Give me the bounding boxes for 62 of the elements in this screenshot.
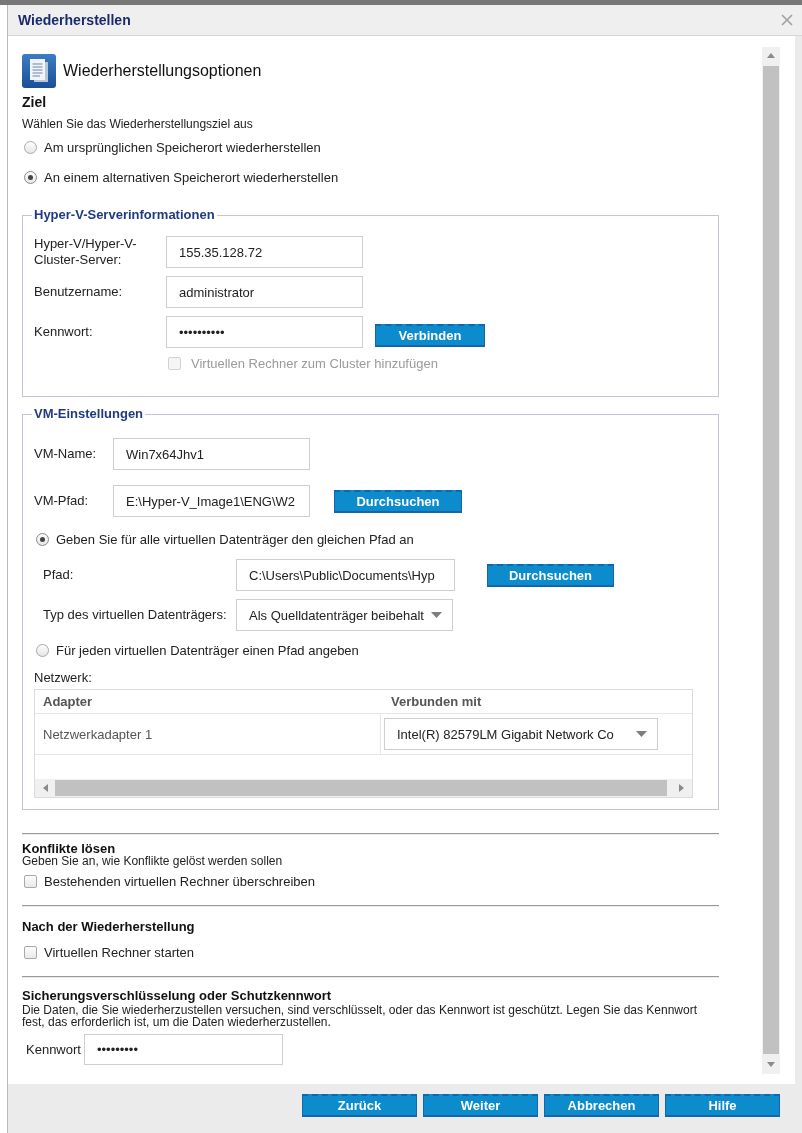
dropdown-caret-icon — [431, 612, 442, 618]
scroll-up-arrow-icon[interactable] — [767, 53, 775, 58]
connect-button[interactable]: Verbinden — [375, 324, 485, 347]
column-header: Verbunden mit — [390, 693, 483, 711]
field-label: VM-Name: — [34, 446, 98, 462]
field-label: Pfad: — [43, 567, 75, 583]
field-label: Hyper-V/Hyper-V-Cluster-Server: — [34, 236, 138, 268]
field-label: Typ des virtuellen Datenträgers: — [43, 607, 228, 623]
section-description: Geben Sie an, wie Konflikte gelöst werden sollen — [22, 855, 284, 868]
footer-button[interactable]: Abbrechen — [544, 1094, 659, 1117]
section-heading: Konflikte lösen — [22, 842, 117, 855]
text-field[interactable]: administrator — [166, 276, 363, 308]
checkbox[interactable] — [24, 945, 37, 959]
browse-button[interactable]: Durchsuchen — [487, 563, 614, 587]
radio-button[interactable] — [36, 643, 49, 657]
scroll-right-arrow-icon[interactable] — [679, 784, 684, 792]
checkbox-label: Virtuellen Rechner zum Cluster hinzufügen — [191, 355, 438, 371]
browse-button[interactable]: Durchsuchen — [334, 489, 462, 513]
text-field[interactable]: •••••••••• — [166, 316, 363, 348]
scrollbar-thumb[interactable] — [55, 780, 667, 796]
dropdown[interactable]: Als Quelldatenträger beibehalt — [236, 599, 453, 631]
footer-button[interactable]: Weiter — [423, 1094, 538, 1117]
table-cell: Netzwerkadapter 1 — [35, 714, 381, 754]
footer-button[interactable]: Hilfe — [665, 1094, 780, 1117]
field-label: Netzwerk: — [34, 671, 93, 685]
text-field[interactable]: E:\Hyper-V_Image1\ENG\W2 — [113, 485, 310, 517]
checkbox-label: Virtuellen Rechner starten — [44, 944, 195, 960]
horizontal-scrollbar[interactable] — [35, 779, 692, 797]
section-title: Wiederherstellungsoptionen — [63, 62, 262, 80]
text-field[interactable]: Win7x64Jhv1 — [113, 438, 310, 470]
radio-button[interactable] — [24, 170, 37, 184]
group-title: Hyper-V-Serverinformationen — [33, 207, 216, 223]
field-label: Kennwort: — [34, 324, 94, 340]
group-title: VM-Einstellungen — [33, 406, 145, 422]
radio-button[interactable] — [36, 532, 49, 546]
checkbox[interactable] — [24, 874, 37, 888]
option-label: Für jeden virtuellen Datenträger einen Pfad angeben — [56, 642, 359, 658]
close-icon[interactable] — [781, 14, 793, 26]
password-field[interactable]: ••••••••• — [84, 1034, 283, 1065]
radio-button[interactable] — [24, 140, 37, 154]
column-header: Adapter — [42, 693, 94, 711]
section-description: Wählen Sie das Wiederherstellungsziel aus — [22, 116, 254, 132]
section-heading: Nach der Wiederherstellung — [22, 919, 196, 935]
document-icon — [22, 54, 56, 88]
section-heading: Ziel — [22, 94, 48, 110]
checkbox-label: Bestehenden virtuellen Rechner überschreiben — [44, 873, 315, 889]
field-label: VM-Pfad: — [34, 493, 90, 509]
dialog-title: Wiederherstellen — [18, 12, 131, 28]
dropdown[interactable]: Intel(R) 82579LM Gigabit Network Co — [384, 718, 658, 750]
scroll-left-arrow-icon[interactable] — [43, 784, 48, 792]
text-field[interactable]: C:\Users\Public\Documents\Hyp — [236, 559, 455, 591]
footer-button[interactable]: Zurück — [302, 1094, 417, 1117]
field-label: Benutzername: — [34, 284, 124, 300]
field-label: Kennwort — [25, 1041, 82, 1058]
scroll-down-arrow-icon[interactable] — [767, 1062, 775, 1067]
dropdown-caret-icon — [636, 731, 647, 737]
text-field[interactable]: 155.35.128.72 — [166, 236, 363, 268]
option-label: An einem alternativen Speicherort wiederherstellen — [44, 169, 339, 185]
option-label: Am ursprünglichen Speicherort wiederherstellen — [44, 139, 321, 155]
section-heading: Sicherungsverschlüsselung oder Schutzkennwort — [22, 989, 333, 1003]
section-description: Die Daten, die Sie wiederherzustellen versuchen, sind verschlüsselt, oder das Kennwort ist geschützt. Legen Sie das Kennwort fest, das erforderlich ist, um die Daten wiederherzustellen. — [22, 1004, 699, 1028]
option-label: Geben Sie für alle virtuellen Datenträger den gleichen Pfad an — [56, 531, 414, 547]
